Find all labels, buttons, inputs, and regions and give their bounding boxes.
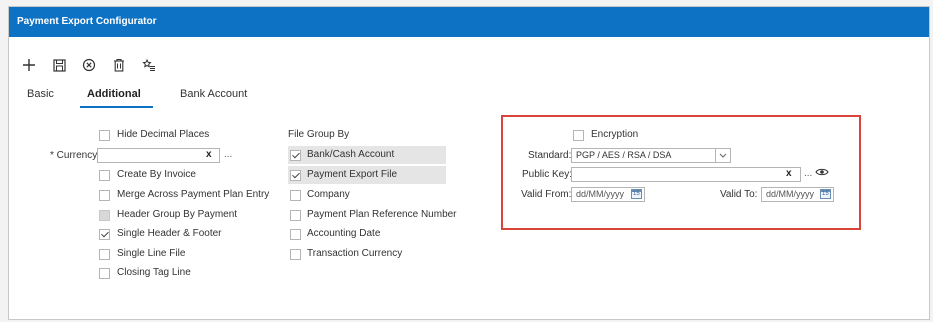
merge-across-checkbox[interactable]: [99, 190, 110, 201]
single-line-file-label: Single Line File: [117, 248, 186, 259]
chevron-down-icon[interactable]: [715, 149, 730, 162]
public-key-clear-button[interactable]: x: [786, 168, 792, 179]
accounting-date-checkbox[interactable]: [290, 229, 301, 240]
hide-decimal-checkbox[interactable]: [99, 130, 110, 141]
cancel-icon[interactable]: [81, 57, 97, 73]
standard-label: Standard:: [528, 150, 572, 161]
calendar-icon[interactable]: [631, 189, 642, 199]
create-by-invoice-checkbox[interactable]: [99, 170, 110, 181]
eye-icon[interactable]: [815, 167, 829, 180]
bank-cash-account-label: Bank/Cash Account: [307, 149, 395, 160]
currency-clear-button[interactable]: x: [206, 149, 212, 160]
public-key-label: Public Key:: [522, 169, 573, 180]
create-by-invoice-label: Create By Invoice: [117, 169, 196, 180]
tab-basic[interactable]: Basic: [27, 88, 54, 100]
window-title: Payment Export Configurator: [9, 7, 929, 37]
single-line-file-checkbox[interactable]: [99, 249, 110, 260]
standard-select[interactable]: PGP / AES / RSA / DSA: [571, 148, 731, 163]
currency-more-button[interactable]: ...: [224, 149, 232, 160]
toolbar: [21, 57, 157, 73]
encryption-label: Encryption: [591, 129, 639, 140]
valid-to-label: Valid To:: [720, 189, 758, 200]
valid-from-label: Valid From:: [521, 189, 572, 200]
public-key-input[interactable]: [571, 167, 801, 182]
header-group-checkbox: [99, 210, 110, 221]
public-key-more-button[interactable]: ...: [804, 168, 812, 179]
company-checkbox[interactable]: [290, 190, 301, 201]
transaction-currency-checkbox[interactable]: [290, 249, 301, 260]
active-tab-indicator: [80, 106, 153, 108]
merge-across-label: Merge Across Payment Plan Entry: [117, 189, 270, 200]
company-label: Company: [307, 189, 350, 200]
file-group-heading: File Group By: [288, 129, 350, 140]
standard-select-value: PGP / AES / RSA / DSA: [576, 150, 672, 160]
tab-additional[interactable]: Additional: [87, 88, 141, 100]
closing-tag-line-checkbox[interactable]: [99, 268, 110, 279]
tab-bank-account[interactable]: Bank Account: [180, 88, 247, 100]
closing-tag-line-label: Closing Tag Line: [117, 267, 191, 278]
currency-label: * Currency:: [50, 150, 101, 161]
header-group-label: Header Group By Payment: [117, 209, 238, 220]
currency-input[interactable]: [97, 148, 220, 163]
bank-cash-account-checkbox[interactable]: [290, 150, 301, 161]
favorite-icon[interactable]: [141, 57, 157, 73]
encryption-checkbox[interactable]: [573, 130, 584, 141]
accounting-date-label: Accounting Date: [307, 228, 381, 239]
save-icon[interactable]: [51, 57, 67, 73]
payment-export-file-label: Payment Export File: [307, 169, 398, 180]
payment-plan-ref-label: Payment Plan Reference Number: [307, 209, 457, 220]
payment-export-configurator-window: Payment Export Configurator Basic Additi…: [8, 6, 930, 320]
transaction-currency-label: Transaction Currency: [307, 248, 403, 259]
hide-decimal-label: Hide Decimal Places: [117, 129, 210, 140]
single-header-footer-checkbox[interactable]: [99, 229, 110, 240]
payment-export-file-checkbox[interactable]: [290, 170, 301, 181]
single-header-footer-label: Single Header & Footer: [117, 228, 222, 239]
calendar-icon[interactable]: [820, 189, 831, 199]
delete-icon[interactable]: [111, 57, 127, 73]
payment-plan-ref-checkbox[interactable]: [290, 210, 301, 221]
add-icon[interactable]: [21, 57, 37, 73]
